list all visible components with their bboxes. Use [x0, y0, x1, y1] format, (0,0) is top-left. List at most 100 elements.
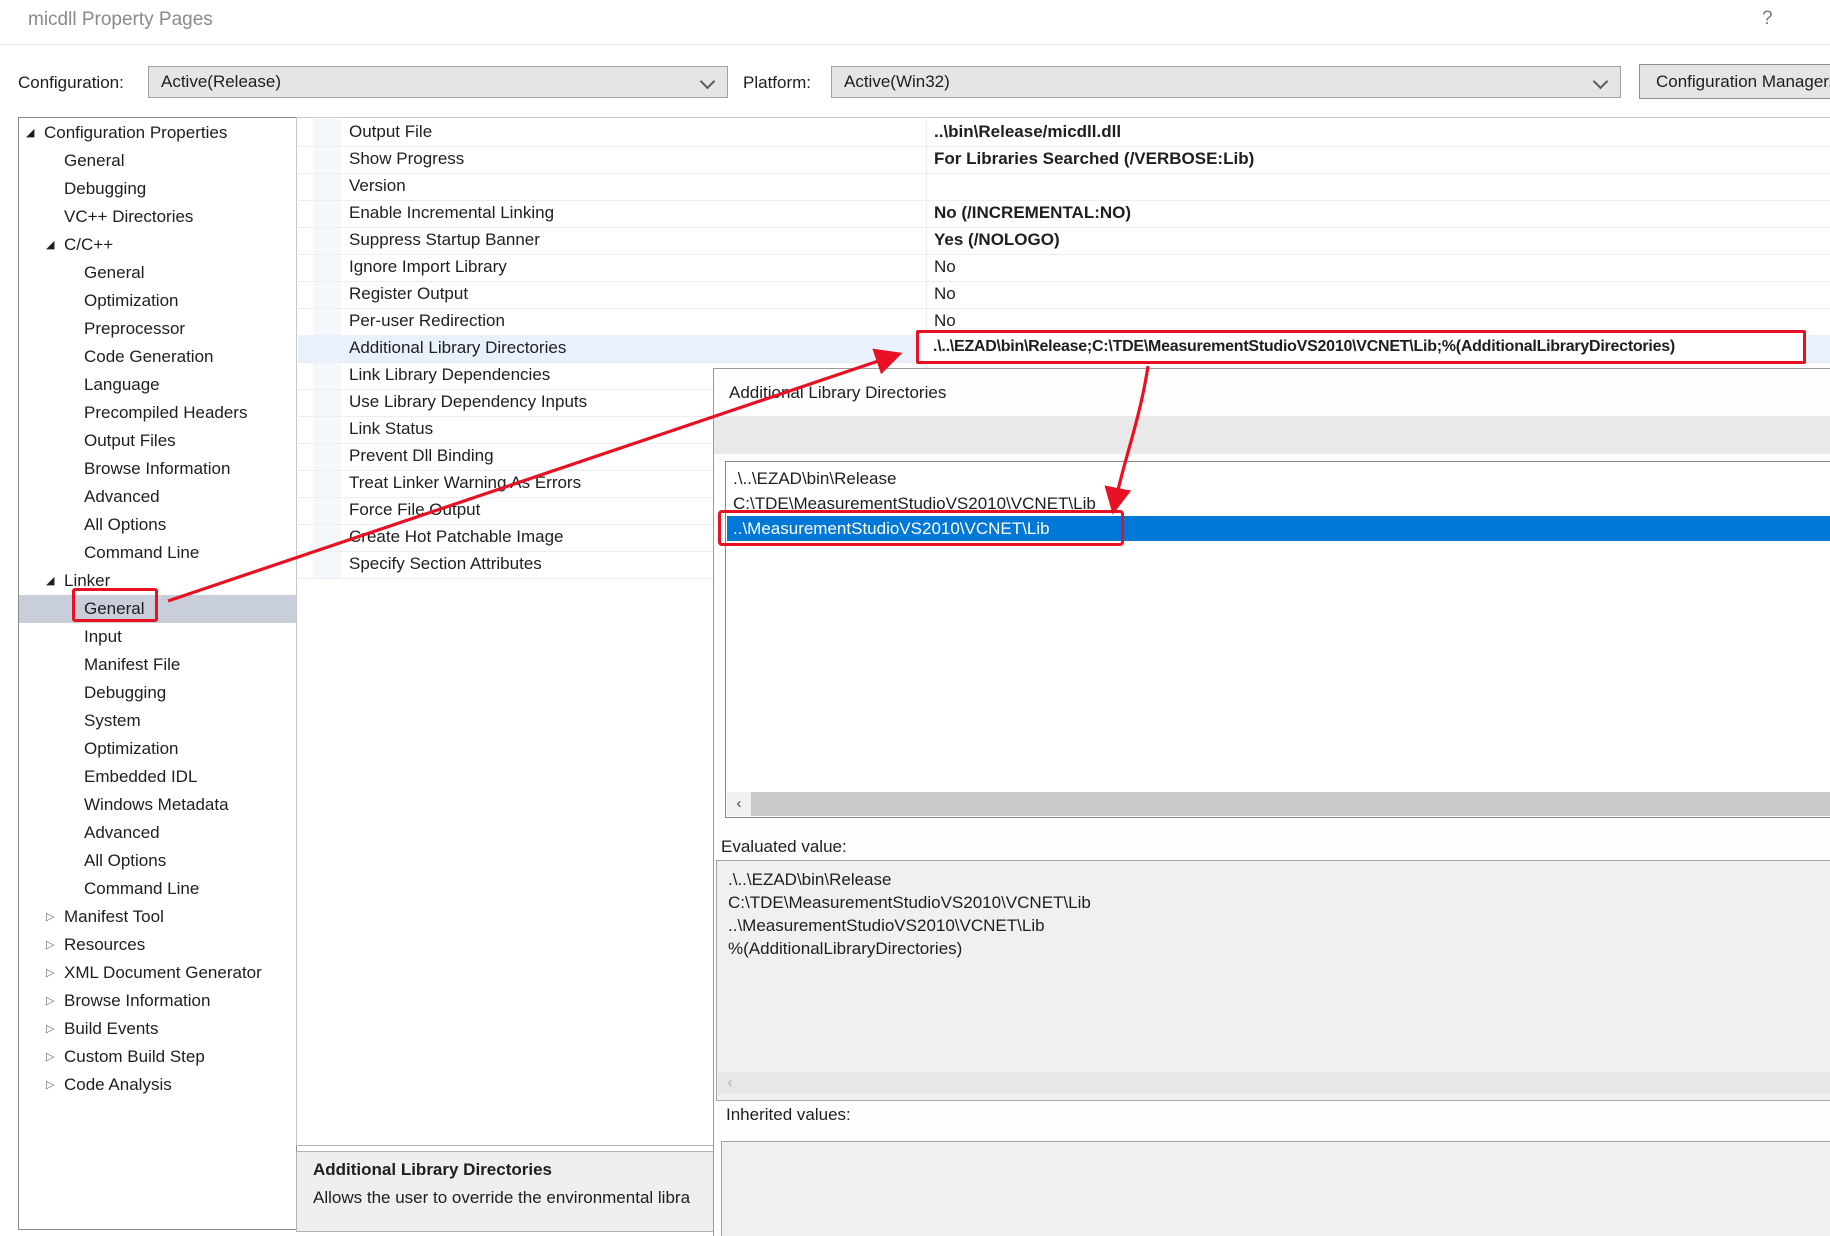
- tree-item-label: Build Events: [64, 1015, 159, 1043]
- tree-item-code-generation[interactable]: Code Generation: [19, 343, 296, 371]
- property-name: Force File Output: [349, 497, 480, 523]
- property-row-ignore-import-library[interactable]: Ignore Import Library No: [298, 254, 1830, 282]
- tree-item-label: Resources: [64, 931, 145, 959]
- inherited-values-box: [721, 1141, 1830, 1236]
- tree-item-general[interactable]: General: [19, 147, 296, 175]
- evaluated-value-line: ..\MeasurementStudioVS2010\VCNET\Lib: [728, 914, 1045, 937]
- tree-item-command-line[interactable]: Command Line: [19, 875, 296, 903]
- tree-item-optimization[interactable]: Optimization: [19, 735, 296, 763]
- collapsed-triangle-icon[interactable]: ▷: [46, 959, 54, 987]
- platform-label: Platform:: [743, 73, 811, 93]
- tree-item-browse-information[interactable]: Browse Information: [19, 455, 296, 483]
- scroll-left-icon[interactable]: ‹: [727, 792, 751, 816]
- property-value[interactable]: ..\bin\Release/micdll.dll: [934, 119, 1121, 145]
- collapsed-triangle-icon[interactable]: ▷: [46, 1015, 54, 1043]
- scrollbar-thumb[interactable]: [751, 792, 1830, 816]
- titlebar-divider: [0, 44, 1830, 45]
- collapsed-triangle-icon[interactable]: ▷: [46, 1043, 54, 1071]
- platform-dropdown[interactable]: Active(Win32): [831, 66, 1621, 98]
- annotation-box-value: .\..\EZAD\bin\Release;C:\TDE\Measurement…: [916, 330, 1806, 364]
- tree-item-label: Optimization: [84, 735, 178, 763]
- property-row-register-output[interactable]: Register OutputNo: [298, 281, 1830, 309]
- collapsed-triangle-icon[interactable]: ▷: [46, 1071, 54, 1099]
- property-row-enable-incremental-linking[interactable]: Enable Incremental Linking No (/INCREMENT…: [298, 200, 1830, 228]
- tree-item-system[interactable]: System: [19, 707, 296, 735]
- scroll-left-icon[interactable]: ‹: [718, 1072, 742, 1096]
- config-tree: ◢Configuration PropertiesGeneralDebuggin…: [18, 117, 297, 1230]
- property-value[interactable]: No: [934, 281, 956, 307]
- tree-item-label: Code Generation: [84, 343, 213, 371]
- tree-item-advanced[interactable]: Advanced: [19, 819, 296, 847]
- collapsed-triangle-icon[interactable]: ▷: [46, 903, 54, 931]
- tree-item-label: Code Analysis: [64, 1071, 172, 1099]
- help-icon[interactable]: ?: [1762, 8, 1773, 30]
- tree-item-vc-directories[interactable]: VC++ Directories: [19, 203, 296, 231]
- property-row-suppress-startup-banner[interactable]: Suppress Startup BannerYes (/NOLOGO): [298, 227, 1830, 255]
- evaluated-horizontal-scrollbar[interactable]: ‹: [718, 1072, 1830, 1094]
- tree-item-output-files[interactable]: Output Files: [19, 427, 296, 455]
- configuration-value: Active(Release): [161, 72, 281, 91]
- tree-item-label: Debugging: [84, 679, 166, 707]
- listbox-horizontal-scrollbar[interactable]: ‹: [727, 792, 1830, 816]
- directory-list-item[interactable]: .\..\EZAD\bin\Release: [727, 466, 1830, 491]
- collapsed-triangle-icon[interactable]: ▷: [46, 931, 54, 959]
- tree-item-all-options[interactable]: All Options: [19, 847, 296, 875]
- tree-item-language[interactable]: Language: [19, 371, 296, 399]
- tree-item-build-events[interactable]: ▷ Build Events: [19, 1015, 296, 1043]
- property-row-show-progress[interactable]: Show ProgressFor Libraries Searched (/VE…: [298, 146, 1830, 174]
- expanded-triangle-icon[interactable]: ◢: [46, 231, 54, 259]
- tree-item-manifest-tool[interactable]: ▷ Manifest Tool: [19, 903, 296, 931]
- expanded-triangle-icon[interactable]: ◢: [46, 567, 54, 595]
- property-value[interactable]: No (/INCREMENTAL:NO): [934, 200, 1131, 226]
- property-value[interactable]: Yes (/NOLOGO): [934, 227, 1060, 253]
- tree-item-input[interactable]: Input: [19, 623, 296, 651]
- tree-item-all-options[interactable]: All Options: [19, 511, 296, 539]
- property-name: Create Hot Patchable Image: [349, 524, 564, 550]
- tree-item-label: Manifest Tool: [64, 903, 164, 931]
- tree-item-custom-build-step[interactable]: ▷Custom Build Step: [19, 1043, 296, 1071]
- popup-toolbar: [714, 416, 1830, 454]
- property-name: Treat Linker Warning As Errors: [349, 470, 581, 496]
- tree-item-debugging[interactable]: Debugging: [19, 679, 296, 707]
- property-name: Enable Incremental Linking: [349, 200, 554, 226]
- tree-item-preprocessor[interactable]: Preprocessor: [19, 315, 296, 343]
- tree-item-code-analysis[interactable]: ▷ Code Analysis: [19, 1071, 296, 1099]
- tree-item-label: Output Files: [84, 427, 176, 455]
- property-row-version[interactable]: Version: [298, 173, 1830, 201]
- tree-item-configuration-properties[interactable]: ◢Configuration Properties: [19, 119, 296, 147]
- tree-item-manifest-file[interactable]: Manifest File: [19, 651, 296, 679]
- tree-item-xml-document-generator[interactable]: ▷XML Document Generator: [19, 959, 296, 987]
- annotation-box-list-item: [718, 510, 1124, 546]
- property-value[interactable]: No: [934, 254, 956, 280]
- window-title: micdll Property Pages: [28, 9, 213, 31]
- tree-item-windows-metadata[interactable]: Windows Metadata: [19, 791, 296, 819]
- tree-item-resources[interactable]: ▷ Resources: [19, 931, 296, 959]
- additional-library-directories-value[interactable]: .\..\EZAD\bin\Release;C:\TDE\Measurement…: [919, 333, 1803, 361]
- tree-item-precompiled-headers[interactable]: Precompiled Headers: [19, 399, 296, 427]
- tree-item-c-c-[interactable]: ◢ C/C++: [19, 231, 296, 259]
- annotation-box-linker-general: [72, 588, 158, 622]
- tree-item-optimization[interactable]: Optimization: [19, 287, 296, 315]
- tree-item-advanced[interactable]: Advanced: [19, 483, 296, 511]
- collapsed-triangle-icon[interactable]: ▷: [46, 987, 54, 1015]
- tree-item-label: Embedded IDL: [84, 763, 197, 791]
- tree-item-embedded-idl[interactable]: Embedded IDL: [19, 763, 296, 791]
- property-value[interactable]: For Libraries Searched (/VERBOSE:Lib): [934, 146, 1254, 172]
- description-title: Additional Library Directories: [313, 1160, 552, 1180]
- tree-item-browse-information[interactable]: ▷Browse Information: [19, 987, 296, 1015]
- configuration-dropdown[interactable]: Active(Release): [148, 66, 728, 98]
- expanded-triangle-icon[interactable]: ◢: [26, 119, 34, 147]
- property-row-output-file[interactable]: Output File..\bin\Release/micdll.dll: [298, 119, 1830, 147]
- tree-item-label: General: [84, 259, 144, 287]
- platform-value: Active(Win32): [844, 72, 950, 91]
- tree-item-debugging[interactable]: Debugging: [19, 175, 296, 203]
- property-name: Prevent Dll Binding: [349, 443, 494, 469]
- tree-item-command-line[interactable]: Command Line: [19, 539, 296, 567]
- tree-item-label: Language: [84, 371, 160, 399]
- tree-item-label: Advanced: [84, 483, 160, 511]
- property-name: Additional Library Directories: [349, 335, 566, 361]
- tree-item-label: C/C++: [64, 231, 113, 259]
- property-name: Ignore Import Library: [349, 254, 507, 280]
- configuration-manager-button[interactable]: Configuration Manager...: [1639, 64, 1830, 99]
- tree-item-general[interactable]: General: [19, 259, 296, 287]
